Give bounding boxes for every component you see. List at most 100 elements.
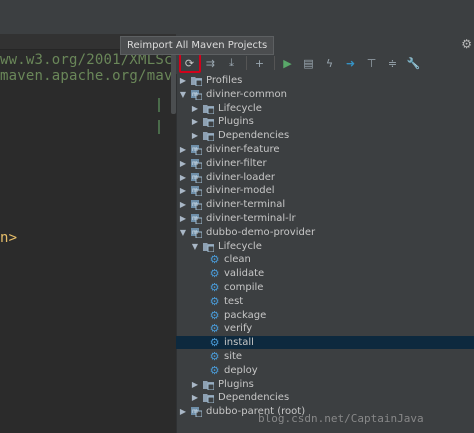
tree-item-label: diviner-terminal-lr [206, 213, 296, 224]
expand-arrow-right-icon[interactable]: ▶ [179, 198, 187, 211]
panel-settings-gear-icon[interactable]: ⚙ [461, 37, 472, 51]
expand-arrow-right-icon[interactable]: ▶ [179, 212, 187, 225]
tree-item-label: validate [224, 268, 265, 280]
tree-item-label: package [224, 309, 267, 321]
show-dependencies-icon[interactable]: ⊤ [362, 54, 381, 72]
tree-folder-item[interactable]: ▶ Lifecycle [176, 102, 474, 115]
collapse-all-icon[interactable]: ≑ [383, 54, 402, 72]
maven-module-icon: m [191, 89, 203, 101]
lifecycle-goal-item[interactable]: ⚙ clean [176, 253, 474, 266]
code-line: n> [0, 230, 18, 246]
maven-module-icon: m [191, 213, 203, 225]
skip-tests-icon[interactable]: ➜ [341, 54, 360, 72]
gear-icon: ⚙ [209, 308, 220, 322]
gear-icon: ⚙ [209, 350, 220, 363]
editor-top-band [0, 0, 176, 34]
maven-module-item[interactable]: ▶ m diviner-terminal-lr [176, 212, 474, 225]
maven-module-item[interactable]: ▶ m diviner-filter [176, 157, 474, 170]
svg-text:m: m [192, 160, 198, 167]
tree-item-label: site [224, 351, 243, 362]
folder-icon [203, 379, 215, 391]
tree-item-label: deploy [224, 364, 258, 376]
highlight-box [179, 52, 201, 73]
lifecycle-goal-item[interactable]: ⚙ compile [176, 281, 474, 294]
expand-arrow-right-icon[interactable]: ▶ [191, 129, 199, 142]
download-icon[interactable]: ⤓ [222, 54, 241, 72]
tree-folder-item[interactable]: ▶ Profiles [176, 74, 474, 87]
tree-item-label: diviner-terminal [206, 199, 286, 211]
expand-arrow-right-icon[interactable]: ▶ [179, 184, 187, 197]
tree-folder-item[interactable]: ▶ Dependencies [176, 391, 474, 404]
tree-item-label: clean [224, 254, 251, 266]
expand-arrow-right-icon[interactable]: ▶ [179, 74, 187, 87]
tree-folder-item[interactable]: ▶ Plugins [176, 115, 474, 128]
expand-arrow-right-icon[interactable]: ▶ [179, 157, 187, 170]
toggle-offline-icon[interactable]: ϟ [320, 54, 339, 72]
maven-module-item[interactable]: ▼ m diviner-common [176, 88, 474, 101]
maven-module-item[interactable]: ▼ m dubbo-demo-provider [176, 226, 474, 239]
gear-icon: ⚙ [209, 281, 220, 294]
lifecycle-goal-item[interactable]: ⚙ test [176, 295, 474, 308]
expand-arrow-down-icon[interactable]: ▼ [191, 240, 199, 253]
tree-item-label: compile [224, 282, 264, 293]
change-marker [158, 98, 160, 112]
lifecycle-goal-item[interactable]: ⚙ site [176, 350, 474, 363]
tree-item-label: Dependencies [218, 130, 290, 142]
tree-item-label: diviner-feature [206, 144, 280, 155]
expand-arrow-right-icon[interactable]: ▶ [191, 378, 199, 391]
svg-text:m: m [192, 146, 198, 153]
maven-module-icon: m [191, 227, 203, 239]
folder-icon [203, 130, 215, 142]
maven-module-item[interactable]: ▶ m diviner-feature [176, 143, 474, 156]
svg-text:m: m [192, 229, 198, 236]
tree-folder-item[interactable]: ▶ Plugins [176, 378, 474, 391]
lifecycle-goal-item[interactable]: ⚙ verify [176, 322, 474, 335]
expand-arrow-right-icon[interactable]: ▶ [179, 171, 187, 184]
folder-icon [203, 392, 215, 404]
generate-sources-icon[interactable]: ⇉ [201, 54, 220, 72]
maven-toolbar: ⟳ ⇉ ⤓ + ▶ ▤ ϟ ➜ ⊤ ≑ 🔧 [176, 52, 474, 74]
run-icon[interactable]: ▶ [278, 54, 297, 72]
expand-arrow-right-icon[interactable]: ▶ [191, 391, 199, 404]
folder-icon [191, 75, 203, 87]
maven-module-icon: m [191, 158, 203, 170]
tree-item-label: Profiles [206, 75, 243, 86]
svg-text:m: m [192, 408, 198, 415]
maven-module-icon: m [191, 172, 203, 184]
lifecycle-goal-item[interactable]: ⚙ package [176, 309, 474, 322]
lifecycle-goal-item[interactable]: ⚙ validate [176, 267, 474, 280]
add-icon[interactable]: + [250, 54, 269, 72]
gear-icon: ⚙ [209, 294, 220, 308]
expand-arrow-down-icon[interactable]: ▼ [179, 88, 187, 101]
expand-arrow-right-icon[interactable]: ▶ [191, 102, 199, 115]
tree-item-label: diviner-filter [206, 157, 267, 169]
maven-module-icon: m [191, 144, 203, 156]
expand-arrow-right-icon[interactable]: ▶ [191, 115, 199, 128]
expand-arrow-down-icon[interactable]: ▼ [179, 226, 187, 239]
wrench-icon[interactable]: 🔧 [404, 54, 423, 72]
svg-text:m: m [192, 201, 198, 208]
svg-text:m: m [192, 215, 198, 222]
expand-arrow-right-icon[interactable]: ▶ [179, 143, 187, 156]
lifecycle-goal-item[interactable]: ⚙ install [176, 336, 474, 350]
code-line: maven.apache.org/maven [0, 68, 190, 84]
change-marker [158, 120, 160, 134]
expand-arrow-right-icon[interactable]: ▶ [179, 405, 187, 418]
folder-icon [203, 116, 215, 128]
tree-item-label: install [224, 337, 254, 349]
folder-icon [203, 103, 215, 115]
lifecycle-goal-item[interactable]: ⚙ deploy [176, 364, 474, 377]
tree-folder-item[interactable]: ▼ Lifecycle [176, 240, 474, 253]
tree-item-label: diviner-model [206, 185, 275, 197]
toolbar-separator [274, 56, 275, 70]
maven-module-item[interactable]: ▶ m diviner-model [176, 184, 474, 197]
execute-goal-icon[interactable]: ▤ [299, 54, 318, 72]
panel-header-strip [176, 0, 474, 34]
code-editor[interactable]: ww.w3.org/2001/XMLSche maven.apache.org/… [0, 0, 190, 433]
tree-folder-item[interactable]: ▶ Dependencies [176, 129, 474, 142]
reimport-tooltip: Reimport All Maven Projects [120, 36, 275, 55]
tree-item-label: Dependencies [218, 392, 290, 404]
maven-module-item[interactable]: ▶ m diviner-loader [176, 171, 474, 184]
svg-text:m: m [192, 174, 198, 181]
maven-module-item[interactable]: ▶ m diviner-terminal [176, 198, 474, 211]
